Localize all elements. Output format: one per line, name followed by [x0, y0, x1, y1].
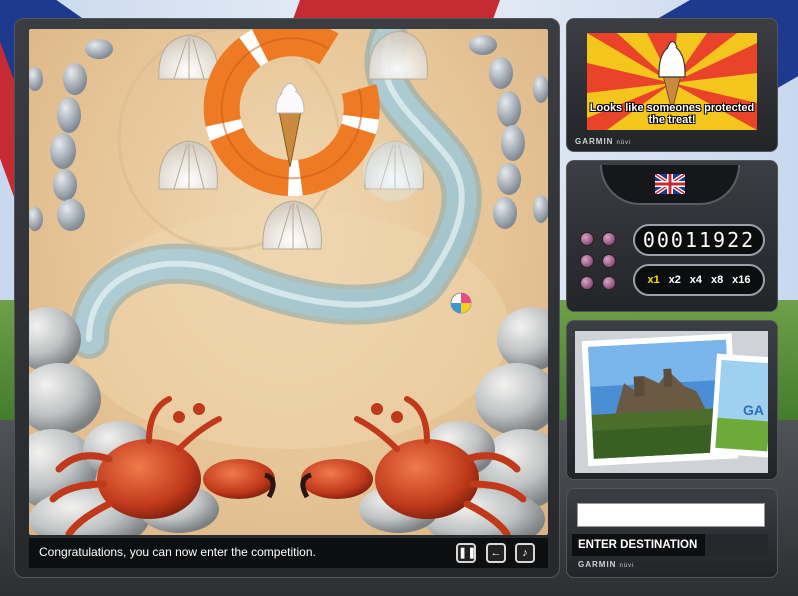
- life-marble: [602, 254, 616, 268]
- destination-label-end: [705, 534, 768, 556]
- back-button[interactable]: ←: [486, 543, 506, 563]
- multiplier-x1: x1: [647, 274, 660, 286]
- score-display: 00011922: [633, 224, 765, 256]
- garmin-logo: GARMIN nüvi: [578, 560, 635, 569]
- shell: [158, 140, 218, 190]
- life-marble: [580, 276, 594, 290]
- flag-stripe: [292, 0, 508, 20]
- life-marble: [580, 254, 594, 268]
- music-note-icon: ♪: [522, 547, 528, 559]
- life-marble: [580, 232, 594, 246]
- pause-icon: ❚❚: [458, 547, 477, 559]
- shell: [158, 34, 218, 80]
- info-screen: Looks like someones protected the treat!: [587, 33, 757, 130]
- multiplier-x4: x4: [689, 274, 703, 286]
- status-bar: Congratulations, you can now enter the c…: [29, 538, 548, 568]
- game-board[interactable]: [29, 29, 548, 535]
- pause-button[interactable]: ❚❚: [456, 543, 476, 563]
- multiplier-x2: x2: [668, 274, 681, 286]
- life-marble: [602, 232, 616, 246]
- castle-photo-graphic: GA: [575, 331, 768, 473]
- garmin-logo: GARMIN nüvi: [575, 137, 632, 146]
- status-message: Congratulations, you can now enter the c…: [39, 545, 316, 559]
- multiplier-x16: x16: [732, 274, 751, 286]
- uk-flag-icon: [655, 174, 685, 194]
- multiplier-x8: x8: [710, 274, 724, 286]
- board-graphics: [29, 29, 548, 535]
- photo-overlay-text: GA: [743, 402, 764, 418]
- multiplier-bar: x1 x2 x4 x8 x16: [633, 264, 765, 296]
- pebble-column-left: [29, 39, 113, 231]
- destination-photo: GA: [575, 331, 768, 473]
- destination-input[interactable]: [577, 503, 765, 527]
- beach-ball[interactable]: [450, 292, 472, 314]
- life-marble: [602, 276, 616, 290]
- ice-cream-icon: [275, 83, 305, 168]
- info-message: Looks like someones protected the treat!: [589, 102, 755, 126]
- music-button[interactable]: ♪: [515, 543, 535, 563]
- arrow-left-icon: ←: [490, 547, 502, 559]
